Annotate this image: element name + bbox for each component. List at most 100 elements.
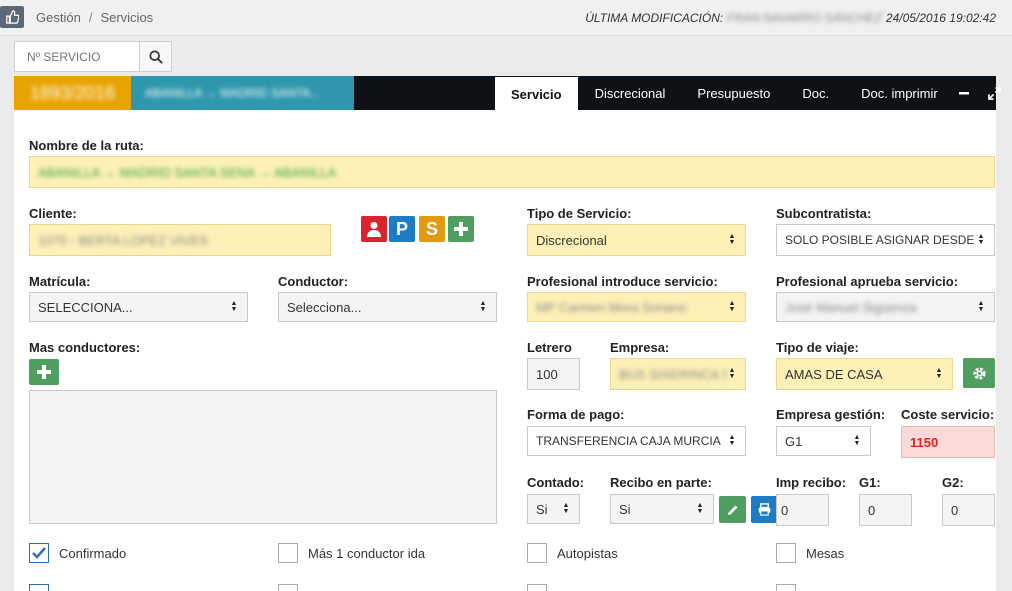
forma-pago-select[interactable]: TRANSFERENCIA CAJA MURCIA ▲ ▼ — [527, 426, 746, 456]
search-button[interactable] — [140, 42, 171, 71]
checkbox-mas-conductor-ida[interactable]: Más 1 conductor ida — [278, 543, 425, 563]
tab-doc-imprimir[interactable]: Doc. imprimir — [845, 76, 954, 110]
prof-aprueba-label: Profesional aprueba servicio: — [776, 274, 959, 289]
minus-icon — [959, 92, 969, 95]
home-button[interactable] — [0, 6, 24, 28]
breadcrumb: Gestión / Servicios — [36, 10, 153, 25]
print-recibo-button[interactable] — [751, 496, 778, 523]
gear-icon — [972, 366, 986, 380]
matricula-select[interactable]: SELECCIONA... ▲ ▼ — [29, 292, 248, 322]
checkbox-box[interactable] — [29, 543, 49, 563]
last-modified-date: 24/05/2016 19:02:42 — [885, 11, 996, 25]
breadcrumb-item-servicios[interactable]: Servicios — [100, 10, 153, 25]
coste-input[interactable]: 1150 — [901, 426, 995, 458]
conductor-label: Conductor: — [278, 274, 349, 289]
conductor-select[interactable]: Selecciona... ▲ ▼ — [278, 292, 497, 322]
edit-recibo-button[interactable] — [719, 496, 746, 523]
tab-doc[interactable]: Doc. — [786, 76, 845, 110]
client-add-button[interactable] — [448, 216, 474, 242]
thumbs-up-icon — [6, 10, 19, 24]
client-p-button[interactable]: P — [389, 216, 415, 242]
tipo-servicio-select[interactable]: Discrecional ▲ ▼ — [527, 224, 746, 256]
empresa-gestion-select[interactable]: G1 ▲ ▼ — [776, 426, 871, 456]
recibo-select[interactable]: Si ▲ ▼ — [610, 494, 714, 524]
g1-input[interactable]: 0 — [859, 494, 912, 526]
plus-icon — [37, 365, 51, 379]
select-arrows-icon: ▲ ▼ — [479, 300, 487, 313]
select-arrows-icon: ▲ ▼ — [562, 502, 570, 515]
tipo-viaje-select[interactable]: AMAS DE CASA ▲ ▼ — [776, 358, 953, 390]
select-arrows-icon: ▲ ▼ — [728, 434, 736, 447]
tab-presupuesto[interactable]: Presupuesto — [681, 76, 786, 110]
client-person-button[interactable] — [361, 216, 387, 242]
checkbox-box-partial[interactable] — [278, 584, 298, 591]
checkbox-box-partial[interactable] — [29, 584, 49, 591]
forma-pago-label: Forma de pago: — [527, 407, 625, 422]
imp-recibo-input[interactable]: 0 — [776, 494, 829, 526]
last-modified: ÚLTIMA MODIFICACIÓN: FRAN NAVARRO SÁNCHE… — [585, 11, 996, 25]
select-arrows-icon: ▲ ▼ — [977, 300, 985, 313]
service-id-badge: 1893/2016 — [14, 76, 131, 110]
pencil-icon — [727, 505, 737, 515]
g2-input[interactable]: 0 — [942, 494, 995, 526]
coste-label: Coste servicio: — [901, 407, 995, 422]
imp-recibo-value: 0 — [781, 502, 789, 518]
ruta-label: Nombre de la ruta: — [29, 138, 144, 153]
select-arrows-icon: ▲ ▼ — [935, 367, 943, 380]
print-icon — [758, 503, 771, 516]
select-arrows-icon: ▲ ▼ — [977, 233, 985, 246]
breadcrumb-item-gestion[interactable]: Gestión — [36, 10, 81, 25]
tipo-viaje-settings-button[interactable] — [963, 358, 995, 388]
empresa-gestion-label: Empresa gestión: — [776, 407, 886, 422]
checkbox-box[interactable] — [776, 543, 796, 563]
mas-conductores-list[interactable] — [29, 390, 497, 524]
checkbox-confirmado[interactable]: Confirmado — [29, 543, 126, 563]
user-icon — [367, 222, 381, 237]
select-arrows-icon: ▲ ▼ — [728, 233, 736, 246]
matricula-value: SELECCIONA... — [38, 299, 133, 315]
client-s-button[interactable]: S — [419, 216, 445, 242]
expand-button[interactable] — [984, 76, 1004, 110]
checkbox-mesas[interactable]: Mesas — [776, 543, 844, 563]
empresa-select[interactable]: BUS SIXERINCA S. ▲ ▼ — [610, 358, 746, 390]
empresa-label: Empresa: — [610, 340, 670, 355]
recibo-value: Si — [619, 501, 631, 517]
prof-aprueba-select[interactable]: José Manuel Sigüenza ▲ ▼ — [776, 292, 995, 322]
service-number-input[interactable] — [15, 42, 140, 71]
breadcrumb-separator: / — [88, 10, 93, 25]
checkbox-label: Más 1 conductor ida — [308, 545, 426, 561]
select-arrows-icon: ▲ ▼ — [853, 434, 861, 447]
cliente-field[interactable]: 1070 - BERTA LOPEZ VIVES — [29, 224, 331, 256]
tipo-viaje-value: AMAS DE CASA — [785, 366, 883, 382]
letrero-input[interactable]: 100 — [527, 358, 580, 390]
checkbox-autopistas[interactable]: Autopistas — [527, 543, 618, 563]
ruta-value: ABANILLA → MADRID SANTA SENA → ABANILLA — [38, 164, 337, 180]
forma-pago-value: TRANSFERENCIA CAJA MURCIA — [536, 434, 721, 448]
coste-value: 1150 — [910, 434, 939, 450]
g2-label: G2: — [942, 475, 964, 490]
add-conductor-button[interactable] — [29, 359, 59, 385]
checkbox-label: Autopistas — [557, 545, 618, 561]
tab-servicio[interactable]: Servicio — [494, 76, 579, 111]
contado-select[interactable]: Si ▲ ▼ — [527, 494, 580, 524]
checkbox-box-partial[interactable] — [776, 584, 796, 591]
g1-value: 0 — [868, 502, 876, 518]
prof-introduce-select[interactable]: MP Carmen Mora Soriano ▲ ▼ — [527, 292, 746, 322]
checkbox-box[interactable] — [527, 543, 547, 563]
subcontratista-select[interactable]: SOLO POSIBLE ASIGNAR DESDE ▲ ▼ — [776, 224, 995, 256]
minimize-button[interactable] — [954, 76, 974, 110]
empresa-gestion-value: G1 — [785, 433, 803, 449]
subcontratista-label: Subcontratista: — [776, 206, 872, 221]
subcontratista-value: SOLO POSIBLE ASIGNAR DESDE — [785, 233, 975, 247]
checkbox-box-partial[interactable] — [527, 584, 547, 591]
conductor-value: Selecciona... — [287, 299, 362, 315]
service-search — [14, 41, 172, 72]
service-id: 1893/2016 — [29, 82, 116, 103]
tab-discrecional[interactable]: Discrecional — [579, 76, 682, 110]
checkbox-box[interactable] — [278, 543, 298, 563]
search-icon — [148, 49, 163, 64]
checkmark-icon — [32, 547, 46, 559]
select-arrows-icon: ▲ ▼ — [728, 300, 736, 313]
ruta-field[interactable]: ABANILLA → MADRID SANTA SENA → ABANILLA — [29, 156, 995, 188]
tab-bar: Servicio Discrecional Presupuesto Doc. D… — [494, 76, 954, 111]
